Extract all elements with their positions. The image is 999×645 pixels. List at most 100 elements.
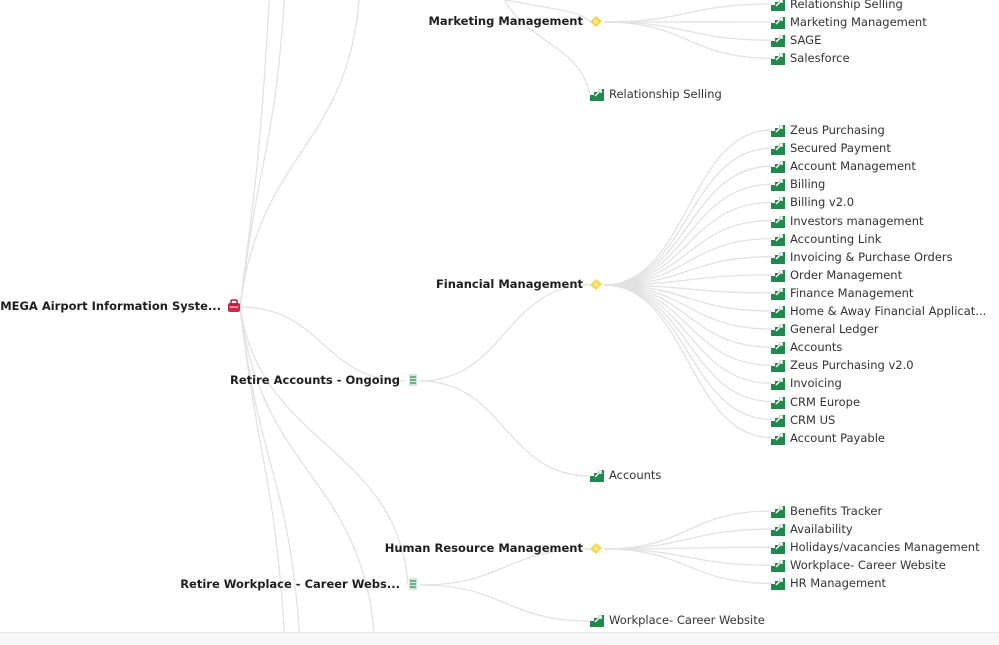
application-icon (770, 339, 786, 355)
tree-leaf-financial[interactable]: Order Management (770, 266, 902, 284)
application-icon (770, 539, 786, 555)
node-label: Invoicing & Purchase Orders (790, 250, 953, 264)
tree-leaf-marketing[interactable]: SAGE (770, 31, 821, 49)
application-icon (770, 430, 786, 446)
application-icon (770, 267, 786, 283)
tree-node-accounts[interactable]: Accounts (589, 466, 661, 484)
application-icon (770, 394, 786, 410)
tree-link (604, 22, 772, 40)
tree-leaf-financial[interactable]: Accounts (770, 338, 842, 356)
tree-leaf-hr[interactable]: Benefits Tracker (770, 502, 882, 520)
node-label: Accounts (609, 468, 661, 482)
project-icon (405, 576, 421, 592)
tree-link (240, 307, 300, 644)
tree-node-retire-workplace[interactable]: Retire Workplace - Career Webs... (180, 575, 421, 593)
tree-leaf-marketing[interactable]: Marketing Management (770, 13, 927, 31)
node-label: Zeus Purchasing (790, 123, 885, 137)
tree-node-financial-management[interactable]: Financial Management (436, 275, 604, 293)
node-label: Account Payable (790, 431, 885, 445)
tree-node-relationship-selling[interactable]: Relationship Selling (589, 85, 722, 103)
tree-link (420, 585, 590, 621)
horizontal-scrollbar-track[interactable] (0, 632, 999, 645)
tree-leaf-marketing[interactable]: Relationship Selling (770, 0, 903, 13)
node-label: Secured Payment (790, 141, 891, 155)
tree-leaf-financial[interactable]: Account Payable (770, 429, 885, 447)
tree-leaf-financial[interactable]: General Ledger (770, 320, 879, 338)
capability-icon (588, 540, 604, 556)
tree-leaf-hr[interactable]: Holidays/vacancies Management (770, 538, 980, 556)
tree-link (604, 148, 772, 285)
tree-leaf-financial[interactable]: Home & Away Financial Applicat... (770, 302, 986, 320)
application-icon (770, 249, 786, 265)
tree-leaf-financial[interactable]: CRM US (770, 411, 835, 429)
tree-leaf-hr[interactable]: HR Management (770, 574, 886, 592)
application-icon (770, 231, 786, 247)
application-icon (770, 557, 786, 573)
tree-leaf-hr[interactable]: Availability (770, 520, 853, 538)
tree-link (604, 4, 772, 22)
tree-leaf-financial[interactable]: Invoicing (770, 374, 842, 392)
node-label: Accounts (790, 340, 842, 354)
tree-node-workplace-career-website[interactable]: Workplace- Career Website (589, 611, 765, 629)
tree-link (420, 285, 590, 381)
tree-node-human-resource-management[interactable]: Human Resource Management (385, 539, 604, 557)
node-label: Availability (790, 522, 853, 536)
tree-node-marketing-management[interactable]: Marketing Management (428, 12, 604, 30)
node-label: Benefits Tracker (790, 504, 882, 518)
node-label: Retire Accounts - Ongoing (230, 373, 400, 387)
application-icon (770, 194, 786, 210)
node-label: Billing v2.0 (790, 195, 854, 209)
project-icon (405, 372, 421, 388)
application-icon (770, 14, 786, 30)
node-label: Human Resource Management (385, 541, 583, 555)
application-icon (770, 321, 786, 337)
tree-link (604, 184, 772, 285)
tree-link (420, 381, 590, 476)
node-label: SAGE (790, 33, 821, 47)
tree-leaf-financial[interactable]: Zeus Purchasing v2.0 (770, 356, 914, 374)
node-label: Order Management (790, 268, 902, 282)
tree-link (604, 549, 772, 565)
tree-node-retire-accounts[interactable]: Retire Accounts - Ongoing (230, 371, 421, 389)
application-icon (770, 285, 786, 301)
tree-leaf-marketing[interactable]: Salesforce (770, 49, 850, 67)
tree-link (604, 285, 772, 383)
node-label: HR Management (790, 576, 886, 590)
application-icon (589, 467, 605, 483)
tree-link (604, 285, 772, 420)
node-label: General Ledger (790, 322, 879, 336)
node-label: MEGA Airport Information Syste... (0, 299, 221, 313)
application-icon (770, 412, 786, 428)
tree-leaf-financial[interactable]: Accounting Link (770, 230, 881, 248)
tree-node-root[interactable]: MEGA Airport Information Syste... (0, 297, 242, 315)
tree-leaf-financial[interactable]: Finance Management (770, 284, 913, 302)
application-icon (770, 0, 786, 12)
node-label: Account Management (790, 159, 916, 173)
application-icon (770, 158, 786, 174)
application-icon (770, 375, 786, 391)
node-label: Investors management (790, 214, 924, 228)
node-label: Marketing Management (428, 14, 583, 28)
tree-link (604, 285, 772, 347)
node-label: Finance Management (790, 286, 913, 300)
tree-link (240, 307, 375, 644)
node-label: Zeus Purchasing v2.0 (790, 358, 914, 372)
capability-icon (588, 13, 604, 29)
tree-leaf-hr[interactable]: Workplace- Career Website (770, 556, 946, 574)
tree-leaf-financial[interactable]: Account Management (770, 157, 916, 175)
tree-leaf-financial[interactable]: Billing v2.0 (770, 193, 854, 211)
application-icon (770, 503, 786, 519)
tree-leaf-financial[interactable]: Secured Payment (770, 139, 891, 157)
tree-leaf-financial[interactable]: Billing (770, 175, 825, 193)
tree-link (240, 0, 285, 307)
tree-leaf-financial[interactable]: CRM Europe (770, 393, 860, 411)
tree-leaf-financial[interactable]: Invoicing & Purchase Orders (770, 248, 953, 266)
tree-link (604, 549, 772, 583)
tree-leaf-financial[interactable]: Investors management (770, 212, 924, 230)
node-label: Salesforce (790, 51, 850, 65)
node-label: Billing (790, 177, 825, 191)
tree-leaf-financial[interactable]: Zeus Purchasing (770, 121, 885, 139)
application-icon (770, 176, 786, 192)
tree-link (604, 285, 772, 402)
application-icon (589, 612, 605, 628)
